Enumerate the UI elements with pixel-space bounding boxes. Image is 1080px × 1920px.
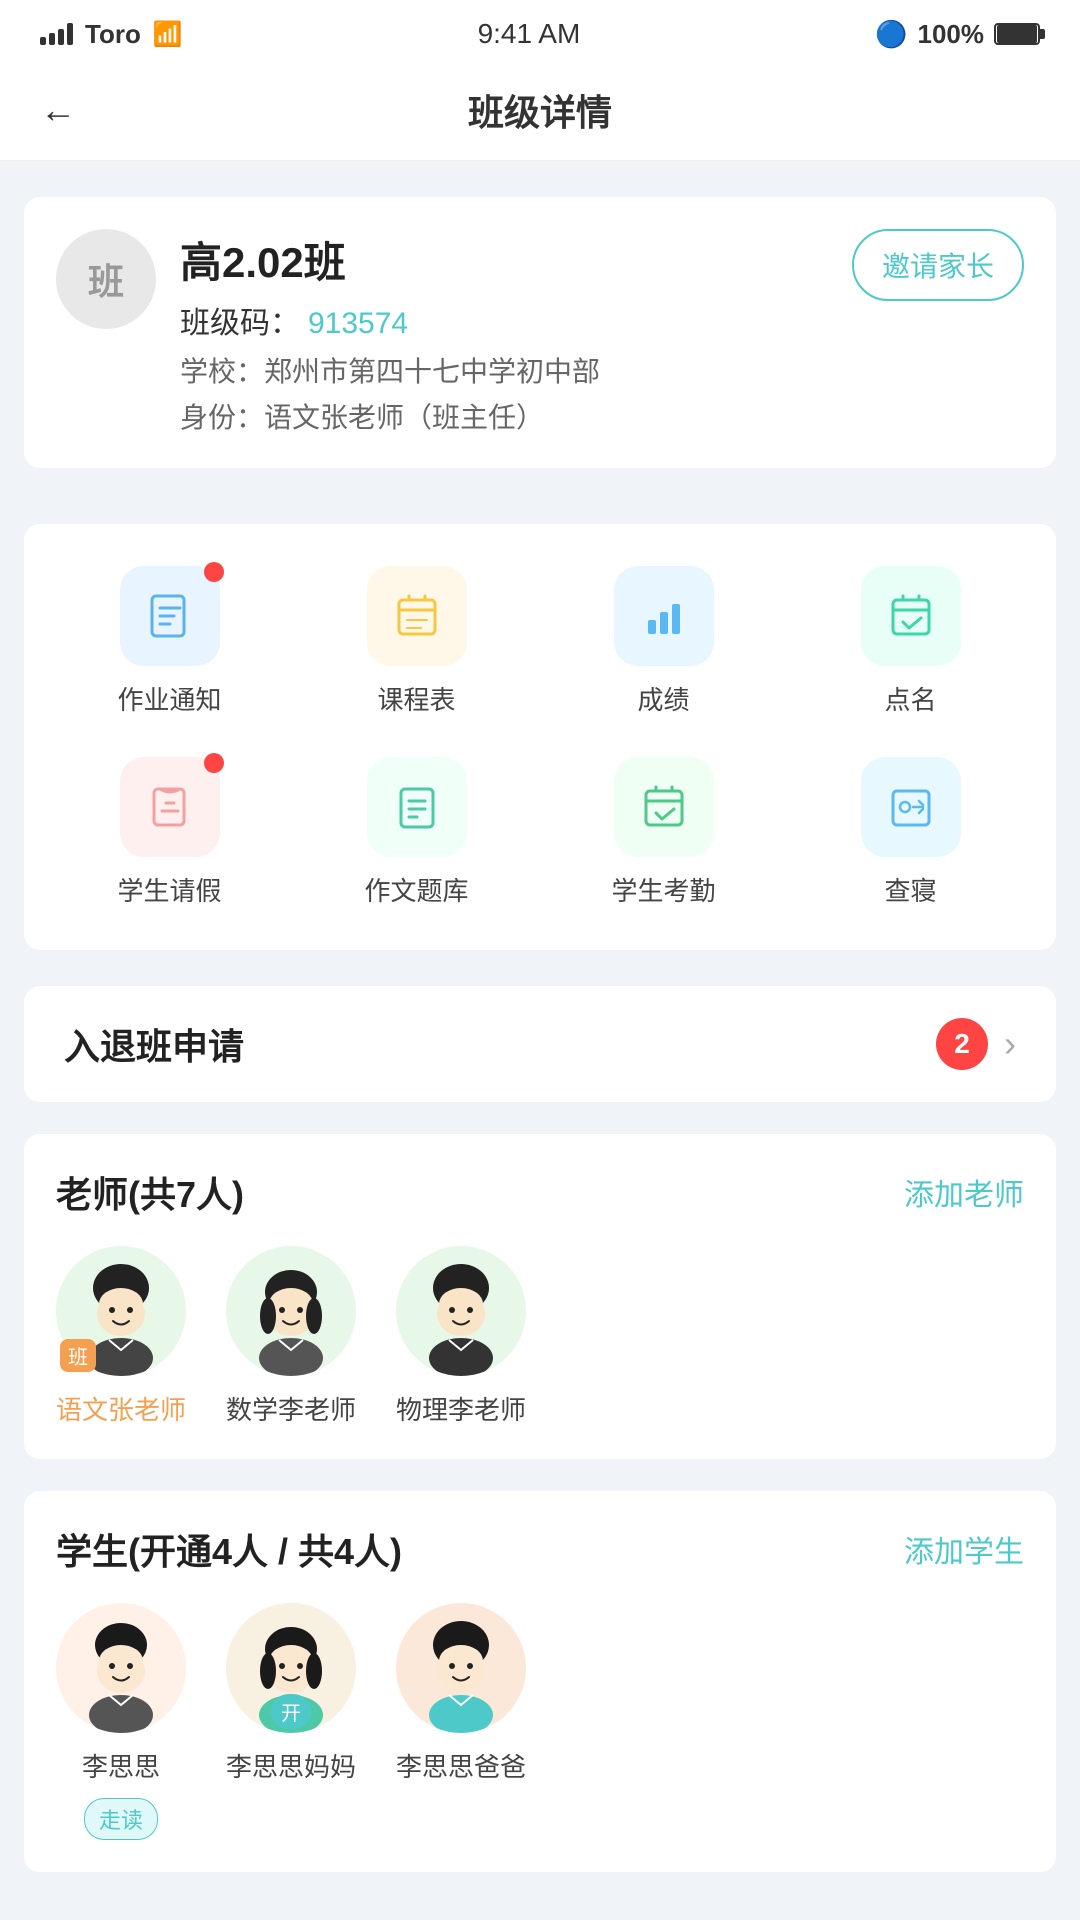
grade-label: 成绩 (637, 680, 689, 717)
teacher-avatar-2 (396, 1246, 526, 1376)
wifi-icon: 📶 (153, 20, 183, 49)
chevron-right-icon: › (1004, 1023, 1016, 1065)
bluetooth-icon: 🔵 (875, 19, 907, 50)
leave-badge (204, 753, 224, 773)
status-time: 9:41 AM (478, 18, 581, 50)
class-school: 学校：郑州市第四十七中学初中部 (180, 350, 828, 390)
student-avatar-2 (396, 1603, 526, 1733)
checkin-label: 学生考勤 (611, 871, 715, 908)
class-details: 高2.02班 班级码：913574 学校：郑州市第四十七中学初中部 身份：语文张… (180, 229, 828, 436)
attendance-icon-wrap (861, 566, 961, 666)
class-role: 身份：语文张老师（班主任） (180, 396, 828, 436)
teacher-item-0[interactable]: 班 语文张老师 (56, 1246, 186, 1427)
teachers-header: 老师(共7人) 添加老师 (56, 1166, 1024, 1218)
menu-item-grade[interactable]: 成绩 (550, 556, 777, 727)
class-code-label: 班级码： (180, 307, 300, 340)
open-badge-1: 开 (271, 1694, 311, 1729)
student-name-1: 李思思妈妈 (226, 1747, 356, 1784)
menu-item-dormitory[interactable]: 查寝 (797, 747, 1024, 918)
leave-icon-wrap (120, 757, 220, 857)
grade-icon-wrap (614, 566, 714, 666)
checkin-icon-wrap (614, 757, 714, 857)
students-list: 李思思 走读 (56, 1603, 1024, 1840)
dormitory-label: 查寝 (884, 871, 936, 908)
add-student-button[interactable]: 添加学生 (904, 1527, 1024, 1571)
menu-item-schedule[interactable]: 课程表 (303, 556, 530, 727)
application-badge: 2 (936, 1018, 988, 1070)
student-avatar-wrap-1: 开 (226, 1603, 356, 1733)
student-name-2: 李思思爸爸 (396, 1747, 526, 1784)
homework-icon-wrap (120, 566, 220, 666)
teacher-avatar-wrap-0: 班 (56, 1246, 186, 1376)
status-bar: Toro 📶 9:41 AM 🔵 100% (0, 0, 1080, 60)
teacher-item-2[interactable]: 物理李老师 (396, 1246, 526, 1427)
schedule-icon-wrap (367, 566, 467, 666)
teacher-name-0: 语文张老师 (56, 1390, 186, 1427)
essay-icon-wrap (367, 757, 467, 857)
teacher-item-1[interactable]: 数学李老师 (226, 1246, 356, 1427)
teacher-avatar-wrap-2 (396, 1246, 526, 1376)
menu-item-leave[interactable]: 学生请假 (56, 747, 283, 918)
page-header: ← 班级详情 (0, 60, 1080, 161)
signal-icon (40, 23, 73, 45)
student-item-0[interactable]: 李思思 走读 (56, 1603, 186, 1840)
add-teacher-button[interactable]: 添加老师 (904, 1170, 1024, 1214)
student-item-1[interactable]: 开 李思思妈妈 (226, 1603, 356, 1840)
attendance-label: 点名 (884, 680, 936, 717)
class-avatar: 班 (56, 229, 156, 329)
application-right: 2 › (936, 1018, 1016, 1070)
schedule-label: 课程表 (377, 680, 455, 717)
student-avatar-0 (56, 1603, 186, 1733)
menu-item-attendance[interactable]: 点名 (797, 556, 1024, 727)
teachers-title: 老师(共7人) (56, 1166, 244, 1218)
battery-icon (994, 23, 1040, 45)
battery-percent: 100% (918, 19, 985, 50)
student-status-badge-0: 走读 (84, 1798, 158, 1840)
students-header: 学生(开通4人 / 共4人) 添加学生 (56, 1523, 1024, 1575)
class-name: 高2.02班 (180, 229, 828, 290)
application-title: 入退班申请 (64, 1018, 244, 1070)
status-left: Toro 📶 (40, 19, 183, 50)
student-avatar-wrap-2 (396, 1603, 526, 1733)
class-info-card: 班 高2.02班 班级码：913574 学校：郑州市第四十七中学初中部 身份：语… (24, 197, 1056, 468)
menu-grid: 作业通知 课程表 (56, 556, 1024, 918)
leave-label: 学生请假 (117, 871, 221, 908)
teacher-avatar-wrap-1 (226, 1246, 356, 1376)
teachers-list: 班 语文张老师 (56, 1246, 1024, 1427)
student-name-0: 李思思 (82, 1747, 160, 1784)
menu-item-homework[interactable]: 作业通知 (56, 556, 283, 727)
invite-parent-button[interactable]: 邀请家长 (852, 229, 1024, 301)
application-row[interactable]: 入退班申请 2 › (24, 986, 1056, 1102)
student-item-2[interactable]: 李思思爸爸 (396, 1603, 526, 1840)
class-code-value: 913574 (308, 307, 408, 340)
teachers-section: 老师(共7人) 添加老师 (24, 1134, 1056, 1459)
teacher-name-2: 物理李老师 (396, 1390, 526, 1427)
teacher-name-1: 数学李老师 (226, 1390, 356, 1427)
essay-label: 作文题库 (364, 871, 468, 908)
page-title: 班级详情 (468, 84, 612, 136)
students-section: 学生(开通4人 / 共4人) 添加学生 (24, 1491, 1056, 1872)
student-avatar-wrap-0 (56, 1603, 186, 1733)
dormitory-icon-wrap (861, 757, 961, 857)
teacher-avatar-1 (226, 1246, 356, 1376)
back-button[interactable]: ← (40, 89, 76, 131)
menu-item-checkin[interactable]: 学生考勤 (550, 747, 777, 918)
menu-item-essay[interactable]: 作文题库 (303, 747, 530, 918)
class-code: 班级码：913574 (180, 298, 828, 342)
status-right: 🔵 100% (875, 19, 1040, 50)
homework-label: 作业通知 (117, 680, 221, 717)
homework-badge (204, 562, 224, 582)
carrier-label: Toro (85, 19, 141, 50)
menu-grid-card: 作业通知 课程表 (24, 524, 1056, 950)
students-title: 学生(开通4人 / 共4人) (56, 1523, 402, 1575)
class-badge: 班 (60, 1339, 96, 1372)
